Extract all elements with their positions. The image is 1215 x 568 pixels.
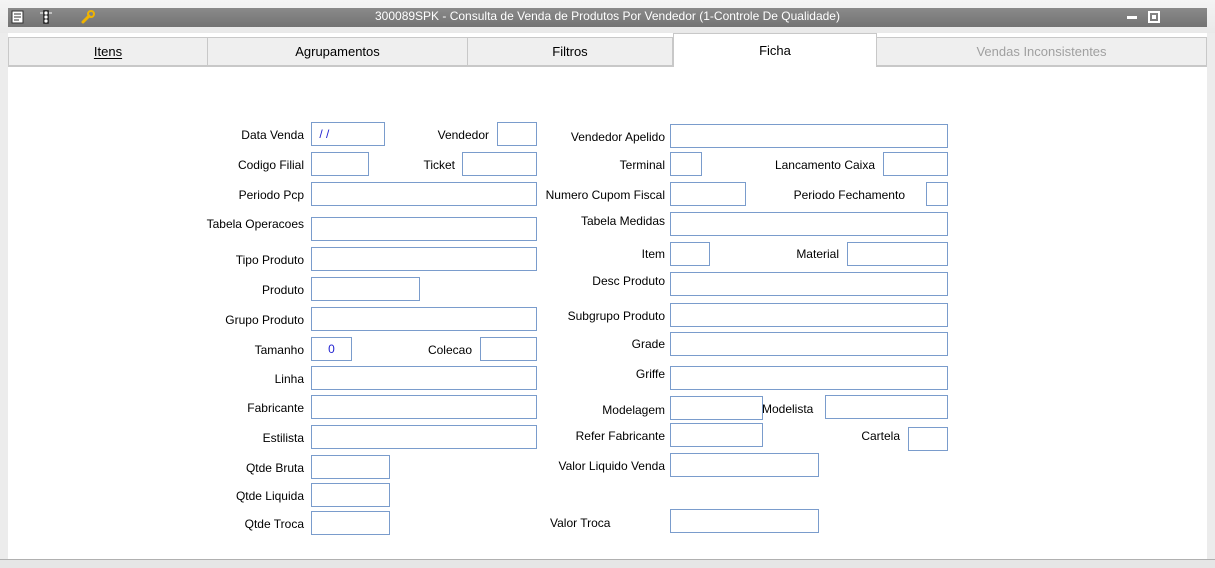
title-strip: 300089SPK - Consulta de Venda de Produto… [8,8,1207,27]
material-label: Material [796,247,839,261]
traffic-light-icon[interactable] [38,9,54,25]
data-venda-field[interactable] [311,122,385,146]
ticket-field[interactable] [462,152,537,176]
terminal-field[interactable] [670,152,702,176]
grupo-produto-label: Grupo Produto [225,313,304,327]
tab-label: Vendas Inconsistentes [976,44,1107,59]
cartela-label: Cartela [861,429,900,443]
subgrupo-produto-field[interactable] [670,303,948,327]
grade-label: Grade [631,337,665,351]
produto-label: Produto [261,283,304,297]
grade-field[interactable] [670,332,948,356]
tab-ficha[interactable]: Ficha [673,33,877,67]
valor-liquido-venda-label: Valor Liquido Venda [558,459,665,473]
modelagem-label: Modelagem [602,403,665,417]
tab-label: Filtros [552,44,588,59]
tamanho-label: Tamanho [254,343,304,357]
valor-troca-field[interactable] [670,509,819,533]
vendedor-label: Vendedor [437,128,489,142]
item-label: Item [641,247,665,261]
qtde-bruta-label: Qtde Bruta [245,461,304,475]
numero-cupom-fiscal-field[interactable] [670,182,746,206]
estilista-field[interactable] [311,425,537,449]
tab-agrupamentos[interactable]: Agrupamentos [208,37,468,66]
tab-label: Itens [93,44,123,59]
periodo-pcp-label: Periodo Pcp [238,188,304,202]
qtde-liquida-label: Qtde Liquida [235,489,304,503]
tipo-produto-label: Tipo Produto [235,253,304,267]
colecao-label: Colecao [427,343,472,357]
tab-label: Agrupamentos [295,44,380,59]
cartela-field[interactable] [908,427,948,451]
tabela-operacoes-field[interactable] [311,217,537,241]
subgrupo-produto-label: Subgrupo Produto [567,309,665,323]
minimize-button[interactable] [1126,11,1138,23]
list-icon[interactable] [10,9,26,25]
title-bar: 300089SPK - Consulta de Venda de Produto… [0,0,1215,33]
maximize-button[interactable] [1148,11,1160,23]
periodo-fechamento-field[interactable] [926,182,948,206]
tab-divider [877,66,1207,67]
codigo-filial-field[interactable] [311,152,369,176]
desc-produto-label: Desc Produto [592,274,665,288]
terminal-label: Terminal [619,158,665,172]
tab-itens[interactable]: Itens [8,37,208,66]
fabricante-field[interactable] [311,395,537,419]
valor-troca-label: Valor Troca [550,516,611,530]
valor-liquido-venda-field[interactable] [670,453,819,477]
tabela-medidas-field[interactable] [670,212,948,236]
lancamento-caixa-field[interactable] [883,152,948,176]
window-title: 300089SPK - Consulta de Venda de Produto… [375,9,840,23]
modelista-label: Modelista [762,402,814,416]
tab-label: Ficha [759,43,791,58]
griffe-field[interactable] [670,366,948,390]
modelista-field[interactable] [825,395,948,419]
codigo-filial-label: Codigo Filial [237,158,304,172]
tabela-operacoes-label: Tabela Operacoes [206,217,304,231]
lancamento-caixa-label: Lancamento Caixa [774,158,875,172]
produto-field[interactable] [311,277,420,301]
vendedor-apelido-field[interactable] [670,124,948,148]
tab-divider [8,66,673,67]
periodo-fechamento-label: Periodo Fechamento [793,188,905,202]
grupo-produto-field[interactable] [311,307,537,331]
tamanho-field[interactable] [311,337,352,361]
item-field[interactable] [670,242,710,266]
tipo-produto-field[interactable] [311,247,537,271]
tab-filtros[interactable]: Filtros [468,37,673,66]
qtde-troca-label: Qtde Troca [244,517,304,531]
window-frame-left [0,33,8,559]
tab-vendas-inconsistentes[interactable]: Vendas Inconsistentes [877,37,1207,66]
modelagem-field[interactable] [670,396,763,420]
tabela-medidas-label: Tabela Medidas [580,214,665,228]
numero-cupom-fiscal-label: Numero Cupom Fiscal [545,188,665,202]
colecao-field[interactable] [480,337,537,361]
tab-bar: Itens Agrupamentos Filtros Ficha Vendas … [8,33,1207,67]
qtde-liquida-field[interactable] [311,483,390,507]
periodo-pcp-field[interactable] [311,182,537,206]
data-venda-label: Data Venda [241,128,304,142]
linha-label: Linha [274,372,304,386]
linha-field[interactable] [311,366,537,390]
material-field[interactable] [847,242,948,266]
griffe-label: Griffe [635,367,665,381]
desc-produto-field[interactable] [670,272,948,296]
qtde-bruta-field[interactable] [311,455,390,479]
window-frame-right [1207,33,1215,559]
fabricante-label: Fabricante [247,401,304,415]
refer-fabricante-field[interactable] [670,423,763,447]
refer-fabricante-label: Refer Fabricante [575,429,665,443]
tools-icon[interactable] [80,9,96,25]
ticket-label: Ticket [423,158,455,172]
estilista-label: Estilista [262,431,304,445]
vendedor-apelido-label: Vendedor Apelido [570,130,665,144]
qtde-troca-field[interactable] [311,511,390,535]
